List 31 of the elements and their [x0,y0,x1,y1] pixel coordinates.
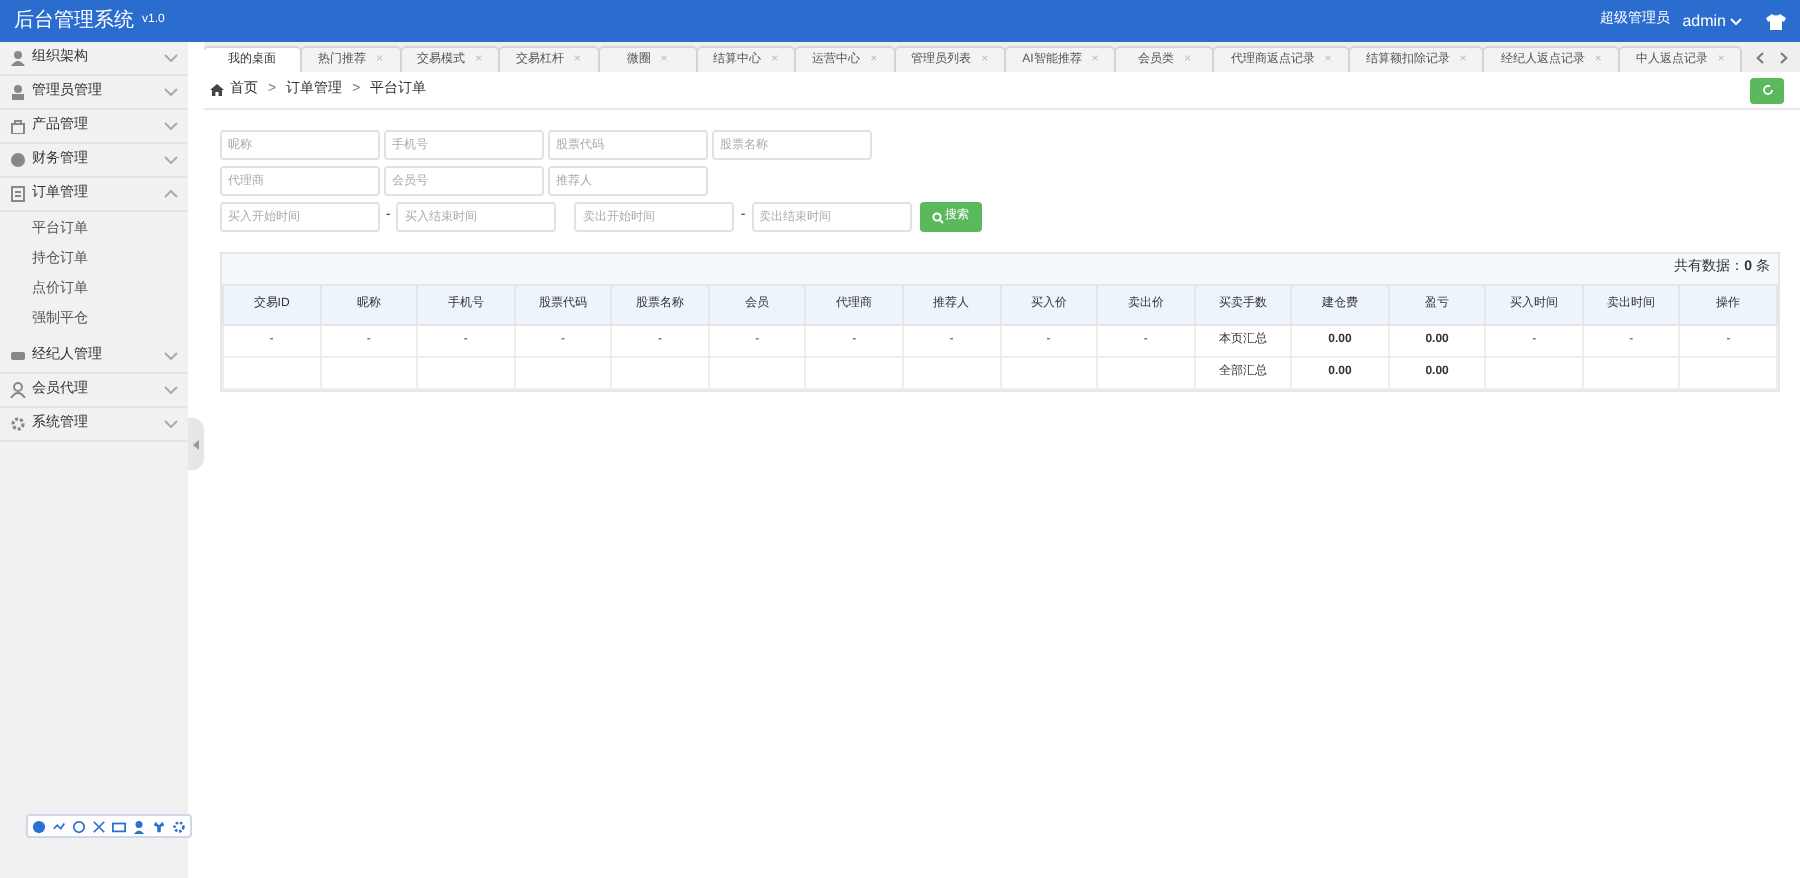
chevron-up-icon [164,190,178,198]
menu-item-icon [10,50,26,66]
menu-item-icon [10,152,26,168]
chevron-down-icon [164,54,178,62]
menu-item-icon [10,186,26,202]
person-icon[interactable] [132,819,146,833]
caret-icon [192,439,200,449]
chevron-right-icon[interactable] [1780,51,1788,63]
menu-item-icon [10,382,26,398]
search-icon [931,211,944,223]
collapse-handle[interactable] [188,418,204,470]
chevron-down-icon [164,88,178,96]
chevron-down-icon [164,122,178,130]
chevron-down-icon [164,420,178,428]
scissors-icon[interactable] [92,819,106,833]
app-title: 后台管理系统 [14,7,134,36]
chevron-down-icon [164,352,178,360]
refresh-icon [1761,84,1773,96]
menu-item-icon [10,118,26,134]
chevron-down-icon [164,386,178,394]
refresh-button[interactable] [1750,77,1784,103]
chevron-down-icon [164,156,178,164]
menu-item-icon [10,84,26,100]
home-icon [210,84,224,96]
user-menu[interactable]: admin [1682,9,1742,33]
settings-icon[interactable] [172,819,186,833]
keyboard-icon[interactable] [112,819,126,833]
menu-item-icon [10,348,26,364]
chevron-down-icon [1730,17,1742,25]
menu-item-icon [10,416,26,432]
chevron-left-icon[interactable] [1756,51,1764,63]
